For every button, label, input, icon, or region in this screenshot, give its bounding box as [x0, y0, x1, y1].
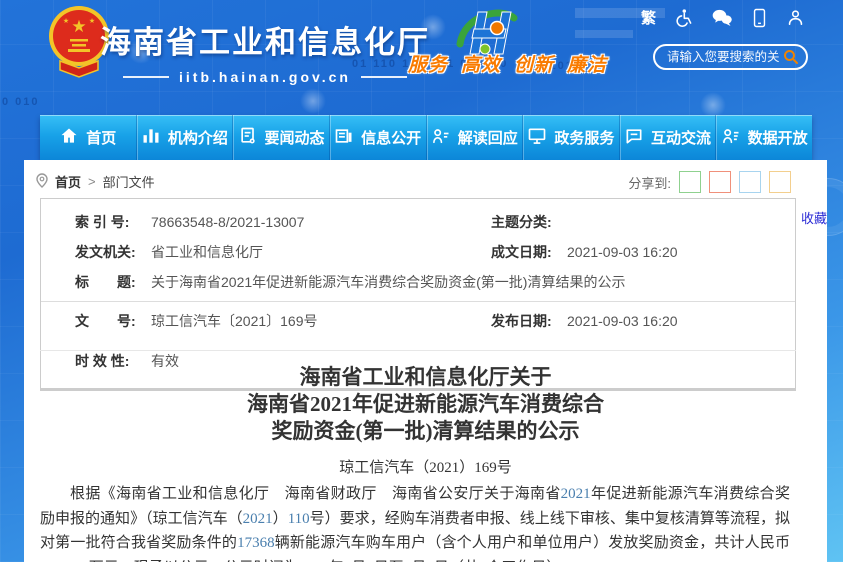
breadcrumb-separator: >: [88, 174, 96, 189]
meta-row: 文 号: 琼工信汽车〔2021〕169号 发布日期: 2021-09-03 16:2…: [41, 306, 795, 336]
nav-item-label: 信息公开: [361, 127, 421, 148]
article-doc-number: 琼工信汽车（2021）169号: [24, 456, 827, 477]
nav-item-interact[interactable]: 互动交流: [619, 115, 716, 160]
svg-text:★: ★: [89, 17, 95, 25]
news-icon: [238, 126, 258, 150]
user-icon[interactable]: [786, 8, 805, 27]
paragraph-number: 17368: [237, 535, 275, 551]
traditional-chinese-toggle[interactable]: 繁: [641, 7, 656, 28]
paragraph-text: 辆新能源汽车购车用户（含个人用户和单位用户）发放奖励资金，共计人民币: [275, 535, 790, 551]
meta-date-written-value: 2021-09-03 16:20: [567, 244, 678, 260]
nav-item-label: 要闻动态: [265, 127, 325, 148]
slogan-word: 廉洁: [567, 50, 607, 77]
share-row: 分享到:: [628, 171, 791, 193]
opendata-icon: [721, 126, 741, 150]
meta-index-label: 索 引 号:: [75, 212, 143, 232]
nav-item-label: 互动交流: [651, 127, 711, 148]
meta-divider: [41, 301, 795, 302]
content-card: 首页 > 部门文件 分享到: 收藏 索 引 号: 78663548-8/2021-…: [24, 160, 827, 562]
site-domain: iitb.hainan.gov.cn: [100, 69, 430, 85]
breadcrumb-current[interactable]: 部门文件: [103, 172, 155, 191]
dash-decor: [361, 76, 407, 78]
site-search[interactable]: [653, 44, 808, 70]
nav-item-label: 首页: [86, 127, 116, 148]
nav-item-home[interactable]: 首页: [40, 115, 136, 160]
page: 01 110 101 011 010110 11010 0 010 ★ ★ ★ …: [0, 0, 843, 562]
article-title-line: 海南省2021年促进新能源汽车消费综合: [24, 391, 827, 418]
share-label: 分享到:: [628, 173, 671, 192]
meta-row: 标 题: 关于海南省2021年促进新能源汽车消费综合奖励资金(第一批)清算结果的公…: [41, 267, 795, 297]
favorite-link[interactable]: 收藏: [801, 208, 827, 227]
article-title: 海南省工业和信息化厅关于海南省2021年促进新能源汽车消费综合奖励资金(第一批)…: [24, 364, 827, 445]
share-button-0[interactable]: [679, 171, 701, 193]
nav-item-opendata[interactable]: 数据开放: [715, 115, 812, 160]
document-meta-table: 索 引 号: 78663548-8/2021-13007 主题分类: 发文机关: 省…: [40, 198, 796, 391]
meta-title-label: 标 题:: [75, 272, 143, 292]
article-title-line: 奖励资金(第一批)清算结果的公示: [24, 418, 827, 445]
info-icon: [334, 126, 354, 150]
nav-item-news[interactable]: 要闻动态: [232, 115, 329, 160]
article-paragraph: 根据《海南省工业和信息化厅 海南省财政厅 海南省公安厅关于海南省2021年促进新…: [40, 482, 790, 562]
slogan: 服务高效创新廉洁: [408, 50, 607, 77]
paragraph-number: 2021: [243, 511, 273, 527]
meta-topic-label: 主题分类:: [491, 212, 559, 232]
site-title: 海南省工业和信息化厅: [100, 17, 430, 62]
binary-decor: 0 010: [2, 96, 40, 108]
interact-icon: [624, 126, 644, 150]
meta-date-written-label: 成文日期:: [491, 242, 559, 262]
nav-item-info[interactable]: 信息公开: [329, 115, 426, 160]
nav-item-service[interactable]: 政务服务: [522, 115, 619, 160]
breadcrumb: 首页 > 部门文件: [36, 172, 155, 191]
meta-issuer-value: 省工业和信息化厅: [151, 244, 263, 260]
dash-decor: [123, 76, 169, 78]
paragraph-text: 根据《海南省工业和信息化厅 海南省财政厅 海南省公安厅关于海南省: [70, 486, 561, 502]
background-bar: [575, 30, 633, 38]
nav-item-response[interactable]: 解读回应: [426, 115, 523, 160]
meta-doc-no-value: 琼工信汽车〔2021〕169号: [151, 313, 318, 329]
search-icon[interactable]: [782, 48, 800, 66]
home-icon: [59, 126, 79, 150]
paragraph-number: 2021: [561, 486, 591, 502]
org-icon: [141, 126, 161, 150]
breadcrumb-home[interactable]: 首页: [55, 172, 81, 191]
share-button-1[interactable]: [709, 171, 731, 193]
article-title-line: 海南省工业和信息化厅关于: [24, 364, 827, 391]
slogan-word: 高效: [461, 50, 501, 77]
meta-index-value: 78663548-8/2021-13007: [151, 214, 304, 230]
nav-item-org[interactable]: 机构介绍: [136, 115, 233, 160]
meta-doc-no-label: 文 号:: [75, 311, 143, 331]
accessibility-icon[interactable]: [674, 8, 693, 27]
meta-row: 索 引 号: 78663548-8/2021-13007 主题分类:: [41, 207, 795, 237]
wechat-icon[interactable]: [711, 8, 733, 27]
slogan-word: 创新: [514, 50, 554, 77]
main-nav: 首页 机构介绍 要闻动态 信息公开 解读回应 政务服务 互动交流 数据开放: [40, 115, 812, 160]
service-icon: [527, 126, 547, 150]
nav-item-label: 数据开放: [748, 127, 808, 148]
slogan-word: 服务: [408, 50, 448, 77]
meta-title-value: 关于海南省2021年促进新能源汽车消费综合奖励资金(第一批)清算结果的公示: [151, 274, 625, 290]
meta-issuer-label: 发文机关:: [75, 242, 143, 262]
svg-text:★: ★: [71, 17, 86, 36]
share-button-3[interactable]: [769, 171, 791, 193]
mobile-icon[interactable]: [751, 8, 768, 28]
nav-item-label: 机构介绍: [168, 127, 228, 148]
nav-item-label: 解读回应: [458, 127, 518, 148]
paragraph-number: 110: [288, 511, 310, 527]
location-pin-icon: [36, 173, 48, 191]
response-icon: [431, 126, 451, 150]
nav-item-label: 政务服务: [554, 127, 614, 148]
share-button-2[interactable]: [739, 171, 761, 193]
meta-row: 发文机关: 省工业和信息化厅 成文日期: 2021-09-03 16:20: [41, 237, 795, 267]
search-input[interactable]: [665, 49, 782, 65]
glow-dot: [300, 88, 326, 114]
svg-text:★: ★: [63, 17, 69, 25]
section-divider: [40, 350, 796, 351]
paragraph-text: ）: [273, 511, 288, 527]
meta-date-pub-label: 发布日期:: [491, 311, 559, 331]
meta-date-pub-value: 2021-09-03 16:20: [567, 313, 678, 329]
